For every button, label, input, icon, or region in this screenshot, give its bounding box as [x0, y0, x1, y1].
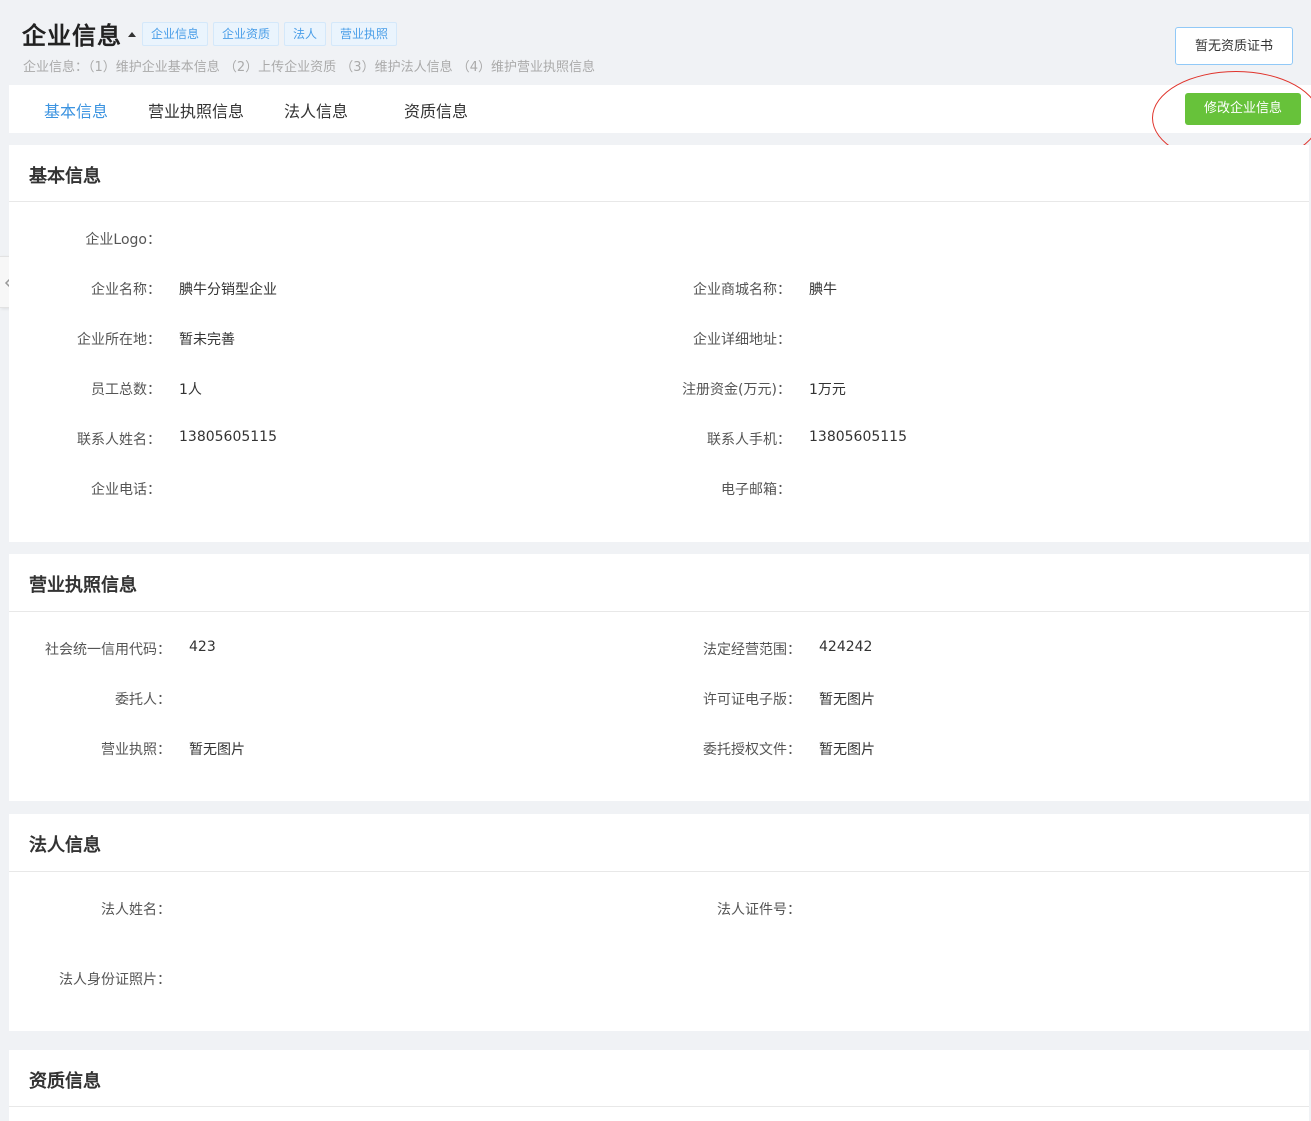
legal-title: 法人信息: [29, 835, 101, 856]
legal-id-label: 法人证件号：: [717, 902, 801, 918]
contact-phone-value: 13805605115: [809, 429, 907, 445]
employees-label: 员工总数：: [91, 382, 161, 398]
contact-phone-label: 联系人手机：: [707, 432, 791, 448]
tab-license-info[interactable]: 营业执照信息: [148, 98, 244, 122]
tab-bar: 基本信息 营业执照信息 法人信息 资质信息: [9, 85, 1311, 133]
capital-value: 1万元: [809, 382, 846, 398]
name-value: 腆牛分销型企业: [179, 282, 277, 298]
scope-value: 424242: [819, 639, 873, 655]
location-value: 暂未完善: [179, 332, 235, 348]
tag-business-license[interactable]: 营业执照: [331, 22, 398, 46]
divider: [9, 1106, 1309, 1107]
legal-name-label: 法人姓名：: [101, 902, 171, 918]
authorization-value: 暂无图片: [819, 742, 875, 758]
email-label: 电子邮箱：: [721, 482, 791, 498]
trustee-label: 委托人：: [115, 692, 171, 708]
basic-info-card: 基本信息 企业Logo： 企业名称： 腆牛分销型企业 企业商城名称： 腆牛 企业…: [9, 145, 1309, 542]
license-card: 营业执照信息 社会统一信用代码： 423 法定经营范围： 424242 委托人：…: [9, 554, 1309, 801]
no-certificate-button[interactable]: 暂无资质证书: [1175, 27, 1293, 65]
legal-id-photo-label: 法人身份证照片：: [59, 972, 171, 988]
license-label: 营业执照：: [101, 742, 171, 758]
tag-enterprise-info[interactable]: 企业信息: [142, 22, 209, 46]
basic-info-title: 基本信息: [29, 166, 101, 187]
capital-label: 注册资金(万元)：: [682, 382, 791, 398]
qualification-title: 资质信息: [29, 1071, 101, 1092]
tab-basic-info[interactable]: 基本信息: [44, 98, 108, 122]
divider: [9, 871, 1309, 872]
tag-legal-person[interactable]: 法人: [284, 22, 327, 46]
scope-label: 法定经营范围：: [703, 642, 801, 658]
divider: [9, 611, 1309, 612]
tag-qualification[interactable]: 企业资质: [213, 22, 280, 46]
tel-label: 企业电话：: [91, 482, 161, 498]
location-label: 企业所在地：: [77, 332, 161, 348]
page-title: 企业信息: [22, 22, 122, 50]
tab-qualification-info[interactable]: 资质信息: [404, 98, 468, 122]
edit-enterprise-button[interactable]: 修改企业信息: [1185, 93, 1301, 125]
employees-value: 1人: [179, 382, 202, 398]
caret-up-icon[interactable]: [128, 32, 136, 37]
tab-legal-info[interactable]: 法人信息: [284, 98, 348, 122]
permit-value: 暂无图片: [819, 692, 875, 708]
credit-code-value: 423: [189, 639, 216, 655]
contact-name-label: 联系人姓名：: [77, 432, 161, 448]
authorization-label: 委托授权文件：: [703, 742, 801, 758]
license-title: 营业执照信息: [29, 575, 137, 596]
mall-name-label: 企业商城名称：: [693, 282, 791, 298]
name-label: 企业名称：: [91, 282, 161, 298]
address-label: 企业详细地址：: [693, 332, 791, 348]
tag-list: 企业信息 企业资质 法人 营业执照: [142, 22, 398, 46]
legal-card: 法人信息 法人姓名： 法人证件号： 法人身份证照片：: [9, 814, 1309, 1031]
divider: [9, 201, 1309, 202]
logo-label: 企业Logo：: [85, 232, 161, 248]
qualification-card: 资质信息: [9, 1050, 1309, 1121]
permit-label: 许可证电子版：: [703, 692, 801, 708]
mall-name-value: 腆牛: [809, 282, 837, 298]
page-header: 企业信息 企业信息 企业资质 法人 营业执照 企业信息：（1）维护企业基本信息 …: [0, 0, 1311, 84]
license-value: 暂无图片: [189, 742, 245, 758]
credit-code-label: 社会统一信用代码：: [45, 642, 171, 658]
page-subtitle: 企业信息：（1）维护企业基本信息 （2）上传企业资质 （3）维护法人信息 （4）…: [23, 60, 595, 75]
contact-name-value: 13805605115: [179, 429, 277, 445]
